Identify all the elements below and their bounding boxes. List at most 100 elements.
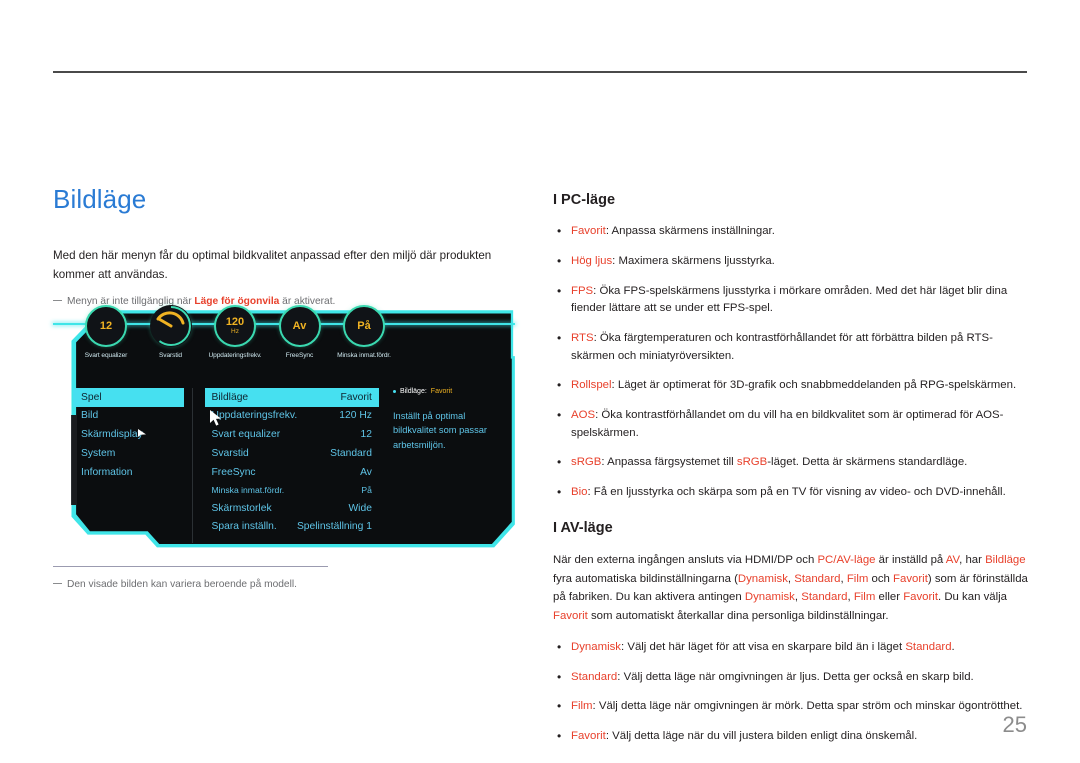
- list-item: Rollspel: Läget är optimerat för 3D-graf…: [553, 376, 1031, 395]
- osd-row-label: Uppdateringsfrekv.: [211, 410, 298, 422]
- list-item: Dynamisk: Välj det här läget för att vis…: [553, 638, 1031, 657]
- list-item-keyword: sRGB: [571, 456, 602, 469]
- inline-keyword: Standard: [794, 572, 841, 585]
- osd-row-label: Bildläge: [211, 391, 249, 403]
- list-item-keyword: Dynamisk: [571, 641, 622, 654]
- list-item-text: : Få en ljusstyrka och skärpa som på en …: [587, 486, 1006, 499]
- osd-quick-status-row: 12 Svart equalizer Svarstid 120 Hz Uppda…: [75, 305, 395, 359]
- refresh-rate-icon: 120 Hz: [214, 305, 256, 347]
- low-input-lag-icon: På: [343, 305, 385, 347]
- pc-mode-list: Favorit: Anpassa skärmens inställningar.…: [553, 222, 1031, 501]
- osd-row-spara-installn[interactable]: Spara inställn. Spelinställning 1: [205, 518, 379, 537]
- list-item-keyword: AOS: [571, 409, 596, 422]
- list-item-text: : Maximera skärmens ljusstyrka.: [612, 255, 775, 268]
- osd-nav-item-skarmdisplay[interactable]: Skärmdisplay: [73, 426, 184, 445]
- osd-row-value: Wide: [348, 502, 372, 514]
- list-item: AOS: Öka kontrastförhållandet om du vill…: [553, 406, 1031, 442]
- list-item-text: : Anpassa skärmens inställningar.: [605, 225, 775, 238]
- list-item-keyword: Favorit: [571, 225, 606, 238]
- inline-keyword: PC/AV-läge: [817, 554, 876, 567]
- osd-row-freesync[interactable]: FreeSync Av: [205, 464, 379, 483]
- footnote-dash-icon: [53, 583, 62, 592]
- list-item: FPS: Öka FPS-spelskärmens ljusstyrka i m…: [553, 282, 1031, 318]
- inline-keyword: Film: [846, 572, 869, 585]
- osd-row-bildlage[interactable]: Bildläge Favorit: [204, 388, 379, 407]
- list-item-keyword: RTS: [571, 332, 594, 345]
- osd-row-value: 12: [360, 429, 372, 441]
- list-item-text: : Öka kontrastförhållandet om du vill ha…: [571, 409, 1004, 439]
- osd-hint-body: Inställt på optimal bildkvalitet som pas…: [392, 411, 487, 450]
- osd-row-label: Svart equalizer: [211, 429, 281, 441]
- osd-row-label: Skärmstorlek: [211, 502, 272, 514]
- inline-keyword: Favorit: [553, 609, 588, 622]
- osd-row-label: Svarstid: [211, 448, 249, 460]
- header-rule: [53, 71, 1027, 73]
- osd-nav-item-system[interactable]: System: [73, 445, 184, 464]
- list-item-keyword: Hög ljus: [571, 255, 613, 268]
- osd-row-svarstid[interactable]: Svarstid Standard: [205, 445, 379, 464]
- list-item-text: : Välj det här läget för att visa en ska…: [621, 641, 955, 654]
- osd-row-value: 120 Hz: [339, 410, 372, 422]
- list-item-text: : Öka färgtemperaturen och kontrastförhå…: [571, 332, 993, 362]
- osd-menu: Spel Bild Skärmdisplay System Informatio…: [73, 388, 493, 543]
- list-item: Standard: Välj detta läge när omgivninge…: [553, 668, 1031, 687]
- osd-row-uppdateringsfrekv[interactable]: Uppdateringsfrekv. 120 Hz: [205, 407, 379, 426]
- osd-hint-value: Favorit: [430, 388, 453, 395]
- response-time-gauge-icon: [149, 305, 192, 347]
- osd-nav-item-information[interactable]: Information: [73, 464, 184, 483]
- osd-nav-list: Spel Bild Skärmdisplay System Informatio…: [73, 388, 184, 543]
- osd-quick-item-0: 12 Svart equalizer: [75, 305, 137, 359]
- list-item: RTS: Öka färgtemperaturen och kontrastfö…: [553, 329, 1031, 365]
- inline-keyword: AV: [945, 554, 960, 567]
- page-title: Bildläge: [53, 184, 147, 214]
- pc-mode-heading: I PC-läge: [553, 192, 616, 208]
- osd-row-label: Minska inmat.fördr.: [211, 484, 285, 495]
- osd-row-svart-equalizer[interactable]: Svart equalizer 12: [205, 426, 379, 445]
- osd-row-value: Av: [360, 467, 372, 479]
- osd-nav-item-bild[interactable]: Bild: [73, 407, 184, 426]
- list-item: sRGB: Anpassa färgsystemet till sRGB-läg…: [553, 453, 1031, 472]
- list-item-text: : Öka FPS-spelskärmens ljusstyrka i mörk…: [571, 284, 1008, 315]
- list-item-keyword: Favorit: [571, 730, 606, 743]
- document-page: Bildläge Med den här menyn får du optima…: [0, 0, 1080, 763]
- list-item-text: : Välj detta läge när omgivningen är mör…: [592, 700, 1023, 713]
- list-item-keyword: Film: [571, 700, 593, 713]
- osd-quick-label-0: Svart equalizer: [84, 352, 128, 359]
- intro-paragraph: Med den här menyn får du optimal bildkva…: [53, 249, 492, 282]
- osd-hint-label: Bildläge:: [399, 388, 427, 395]
- osd-row-skarmstorlek[interactable]: Skärmstorlek Wide: [205, 499, 379, 518]
- list-item: Film: Välj detta läge när omgivningen är…: [553, 697, 1031, 716]
- osd-row-label: Spara inställn.: [211, 521, 277, 533]
- av-mode-paragraph: När den externa ingången ansluts via HDM…: [553, 554, 1028, 622]
- list-item-text: : Välj detta läge när du vill justera bi…: [605, 730, 918, 743]
- osd-quick-item-1: Svarstid: [140, 305, 202, 359]
- osd-row-value: Standard: [330, 448, 372, 460]
- page-number: 25: [1002, 712, 1027, 737]
- osd-row-value: Favorit: [340, 391, 372, 403]
- inline-keyword: Bildläge: [985, 554, 1026, 567]
- footnote-rule: [53, 566, 328, 567]
- black-equalizer-icon: 12: [85, 305, 127, 347]
- osd-row-value: Spelinställning 1: [296, 521, 372, 533]
- list-item-text: : Välj detta läge när omgivningen är lju…: [617, 670, 974, 683]
- osd-row-minska-inmatfordr[interactable]: Minska inmat.fördr. På: [205, 482, 379, 499]
- osd-quick-item-4: På Minska inmat.fördr.: [333, 305, 395, 359]
- footnote-text: Den visade bilden kan variera beroende p…: [67, 579, 297, 590]
- freesync-icon: Av: [278, 305, 321, 347]
- osd-quick-item-3: Av FreeSync: [269, 305, 331, 359]
- list-item: Hög ljus: Maximera skärmens ljusstyrka.: [553, 252, 1031, 271]
- av-mode-list: Dynamisk: Välj det här läget för att vis…: [553, 638, 1031, 746]
- list-item-keyword: Rollspel: [571, 379, 612, 392]
- osd-nav-item-spel[interactable]: Spel: [73, 388, 184, 407]
- inline-keyword: Favorit: [893, 572, 928, 585]
- inline-keyword: Standard: [905, 641, 952, 654]
- inline-keyword: Dynamisk: [744, 591, 795, 604]
- osd-row-label: FreeSync: [211, 467, 256, 479]
- right-column: I PC-läge Favorit: Anpassa skärmens inst…: [553, 192, 1031, 758]
- osd-quick-label-3: FreeSync: [285, 352, 314, 359]
- av-mode-heading: I AV-läge: [553, 519, 613, 536]
- osd-quick-item-2: 120 Hz Uppdateringsfrekv.: [204, 305, 266, 359]
- list-item-keyword: Standard: [571, 670, 618, 683]
- inline-keyword: sRGB: [736, 456, 768, 469]
- list-item-text: : Läget är optimerat för 3D-grafik och s…: [611, 379, 1017, 392]
